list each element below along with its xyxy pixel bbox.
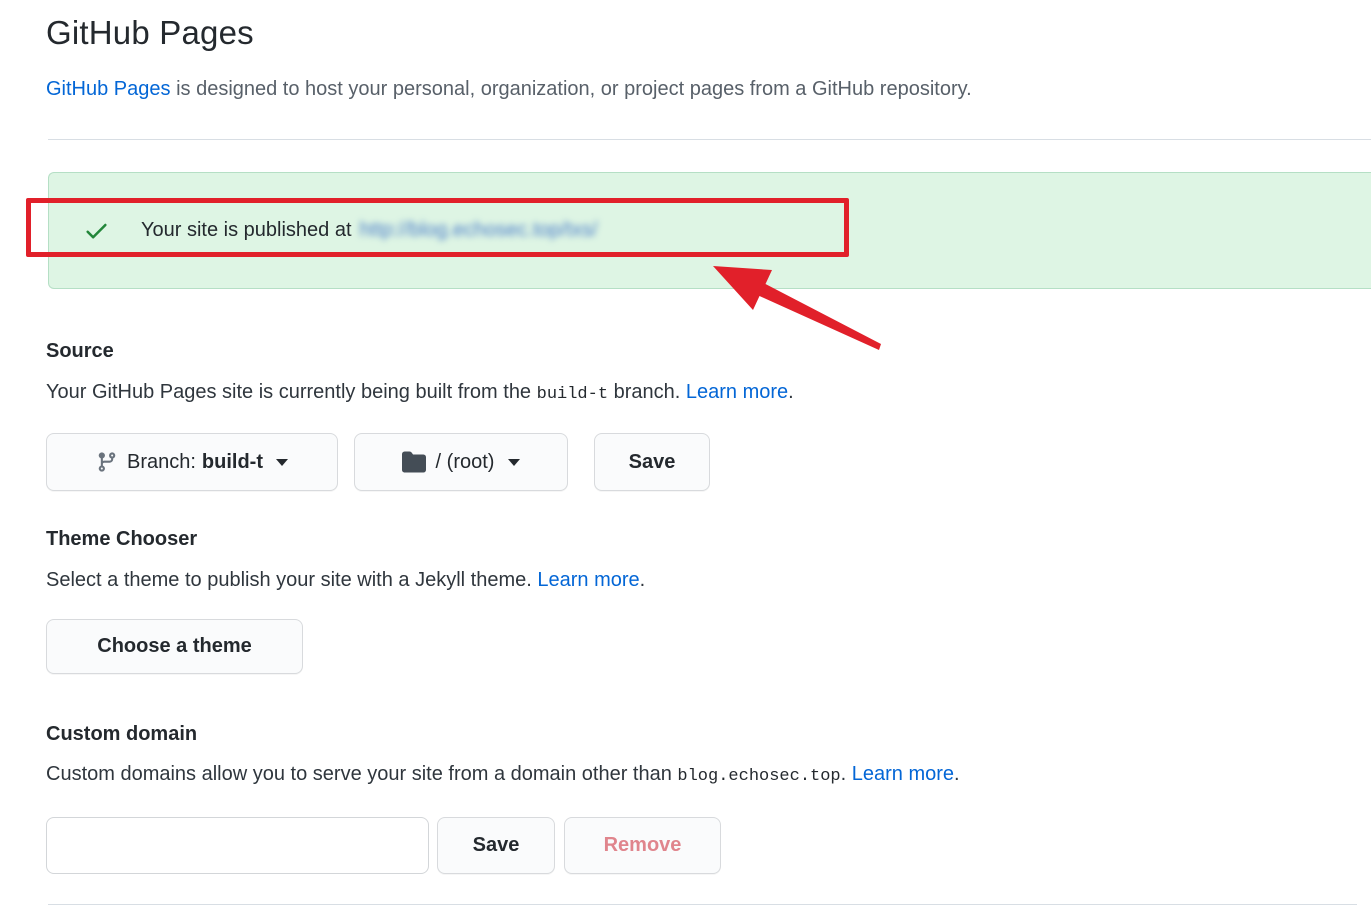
banner-message: Your site is published at — [141, 219, 352, 242]
custom-domain-input[interactable] — [46, 817, 429, 874]
custom-domain-heading: Custom domain — [46, 723, 197, 746]
intro-rest: is designed to host your personal, organ… — [171, 78, 972, 100]
domain-desc-before: Custom domains allow you to serve your s… — [46, 763, 677, 785]
success-banner: Your site is published at http://blog.ec… — [48, 172, 1371, 289]
top-divider — [48, 139, 1371, 140]
branch-button-value: build-t — [202, 451, 263, 474]
branch-button-label: Branch: — [127, 451, 196, 474]
source-desc-before: Your GitHub Pages site is currently bein… — [46, 381, 537, 403]
folder-button-label: / (root) — [436, 451, 495, 474]
page-title: GitHub Pages — [46, 14, 254, 52]
source-desc-mid: branch. — [608, 381, 686, 403]
domain-learn-more-link[interactable]: Learn more — [852, 763, 954, 785]
github-pages-settings-page: GitHub Pages GitHub Pages is designed to… — [0, 0, 1371, 918]
remove-domain-button[interactable]: Remove — [564, 817, 721, 874]
folder-icon — [402, 450, 426, 474]
check-icon — [83, 217, 110, 244]
theme-learn-more-link[interactable]: Learn more — [537, 569, 639, 591]
custom-domain-description: Custom domains allow you to serve your s… — [46, 763, 960, 786]
branch-select-button[interactable]: Branch: build-t — [46, 433, 338, 491]
domain-period: . — [954, 763, 960, 785]
source-heading: Source — [46, 340, 114, 363]
source-period: . — [788, 381, 794, 403]
theme-description: Select a theme to publish your site with… — [46, 569, 645, 592]
github-pages-link[interactable]: GitHub Pages — [46, 78, 171, 100]
branch-code: build-t — [537, 385, 608, 404]
intro-text: GitHub Pages is designed to host your pe… — [46, 78, 972, 101]
bottom-divider — [48, 904, 1357, 905]
source-description: Your GitHub Pages site is currently bein… — [46, 381, 794, 404]
save-source-button[interactable]: Save — [594, 433, 710, 491]
source-learn-more-link[interactable]: Learn more — [686, 381, 788, 403]
theme-desc-text: Select a theme to publish your site with… — [46, 569, 537, 591]
folder-select-button[interactable]: / (root) — [354, 433, 568, 491]
save-domain-button[interactable]: Save — [437, 817, 555, 874]
domain-code: blog.echosec.top — [677, 767, 840, 786]
source-controls-row: Branch: build-t / (root) Save — [46, 433, 710, 491]
choose-theme-button[interactable]: Choose a theme — [46, 619, 303, 674]
theme-period: . — [640, 569, 646, 591]
published-url-link[interactable]: http://blog.echosec.top/txs/ — [360, 219, 598, 242]
caret-down-icon — [508, 459, 520, 466]
theme-chooser-heading: Theme Chooser — [46, 528, 197, 551]
custom-domain-row: Save Remove — [46, 817, 721, 874]
git-branch-icon — [96, 451, 118, 473]
caret-down-icon — [276, 459, 288, 466]
domain-desc-mid: . — [841, 763, 852, 785]
